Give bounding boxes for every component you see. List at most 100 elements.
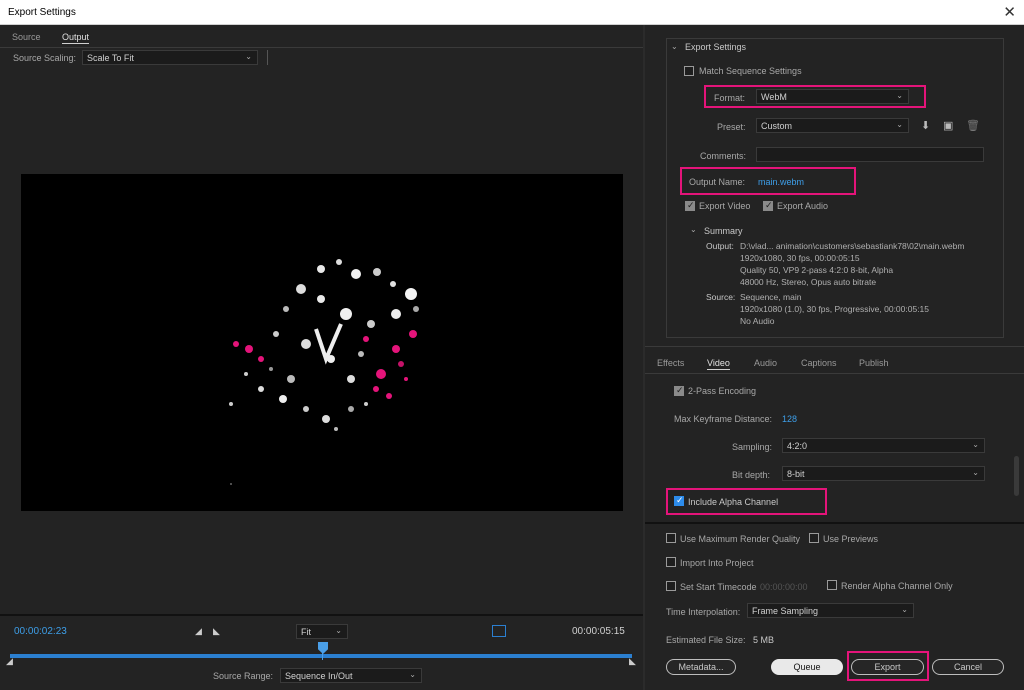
divider	[645, 522, 1024, 524]
chevron-down-icon[interactable]: ⌄	[690, 225, 697, 234]
delete-preset-icon[interactable]: 🗑	[966, 119, 980, 132]
chevron-down-icon: ⌄	[896, 91, 903, 100]
import-project-label: Import Into Project	[680, 558, 754, 568]
export-video-label: Export Video	[699, 201, 751, 211]
tab-effects[interactable]: Effects	[657, 358, 684, 368]
start-timecode-value: 00:00:00:00	[760, 582, 808, 592]
include-alpha-checkbox[interactable]	[674, 495, 684, 506]
export-button[interactable]: Export	[851, 659, 924, 675]
mark-in-icon[interactable]: ◢	[195, 626, 202, 637]
tab-publish[interactable]: Publish	[859, 358, 889, 368]
aspect-icon[interactable]	[492, 625, 506, 637]
source-scaling-label: Source Scaling:	[13, 53, 77, 63]
out-point-icon[interactable]: ◣	[629, 656, 636, 667]
chevron-down-icon: ⌄	[409, 670, 416, 679]
chevron-down-icon[interactable]: ⌄	[671, 42, 678, 51]
preview-artwork	[229, 259, 419, 485]
chevron-down-icon: ⌄	[901, 605, 908, 614]
tab-captions[interactable]: Captions	[801, 358, 837, 368]
export-audio-checkbox[interactable]	[763, 200, 773, 211]
source-range-value: Sequence In/Out	[285, 671, 353, 681]
time-interpolation-value: Frame Sampling	[752, 606, 819, 616]
source-scaling-value: Scale To Fit	[87, 53, 134, 63]
playhead-line	[322, 652, 323, 660]
source-range-dropdown[interactable]: Sequence In/Out ⌄	[280, 668, 422, 683]
tab-output[interactable]: Output	[62, 32, 90, 44]
max-keyframe-label: Max Keyframe Distance:	[674, 414, 773, 424]
export-settings-title: Export Settings	[685, 42, 747, 52]
summary-source-line: 1920x1080 (1.0), 30 fps, Progressive, 00…	[740, 304, 930, 314]
import-preset-icon[interactable]: ⬇	[921, 119, 930, 132]
time-interpolation-label: Time Interpolation:	[666, 607, 741, 617]
chevron-down-icon: ⌄	[972, 440, 979, 449]
chevron-down-icon: ⌄	[245, 52, 252, 61]
divider	[645, 373, 1024, 374]
divider	[645, 346, 1024, 347]
comments-label: Comments:	[700, 151, 747, 161]
tab-audio[interactable]: Audio	[754, 358, 777, 368]
video-preview	[21, 174, 623, 511]
window-title: Export Settings	[8, 7, 76, 18]
summary-source-line: No Audio	[740, 316, 775, 326]
summary-output-line: Quality 50, VP9 2-pass 4:2:0 8-bit, Alph…	[740, 265, 894, 275]
output-name-link[interactable]: main.webm	[758, 177, 804, 187]
render-alpha-checkbox[interactable]	[827, 580, 837, 590]
start-timecode-checkbox[interactable]	[666, 581, 676, 591]
scrollbar[interactable]	[1014, 456, 1019, 496]
summary-source-line: Sequence, main	[740, 292, 802, 302]
export-audio-label: Export Audio	[777, 201, 829, 211]
import-project-checkbox[interactable]	[666, 557, 676, 567]
bit-depth-value: 8-bit	[787, 469, 805, 479]
comments-input[interactable]	[756, 147, 984, 162]
current-timecode[interactable]: 00:00:02:23	[14, 626, 67, 637]
match-sequence-checkbox[interactable]	[684, 66, 694, 76]
output-name-label: Output Name:	[689, 177, 746, 187]
save-preset-icon[interactable]: ▣	[943, 119, 953, 132]
end-timecode: 00:00:05:15	[572, 626, 625, 637]
estimated-size-value: 5 MB	[753, 635, 775, 645]
metadata-button[interactable]: Metadata...	[666, 659, 736, 675]
include-alpha-label: Include Alpha Channel	[688, 497, 779, 507]
close-icon[interactable]: ✕	[1003, 3, 1016, 21]
export-video-checkbox[interactable]	[685, 200, 695, 211]
format-label: Format:	[714, 93, 746, 103]
summary-source: Sequence, main 1920x1080 (1.0), 30 fps, …	[740, 291, 929, 327]
queue-button[interactable]: Queue	[771, 659, 843, 675]
cancel-button[interactable]: Cancel	[932, 659, 1004, 675]
chevron-down-icon: ⌄	[896, 120, 903, 129]
chevron-down-icon: ⌄	[335, 626, 342, 635]
two-pass-checkbox[interactable]	[674, 385, 684, 396]
estimated-size-label: Estimated File Size:	[666, 635, 746, 645]
zoom-dropdown[interactable]: Fit ⌄	[296, 624, 348, 639]
zoom-value: Fit	[301, 627, 311, 637]
format-dropdown[interactable]: WebM ⌄	[756, 89, 909, 104]
divider	[0, 614, 643, 616]
chevron-down-icon: ⌄	[972, 468, 979, 477]
mark-out-icon[interactable]: ◣	[213, 626, 220, 637]
sampling-value: 4:2:0	[787, 441, 808, 451]
two-pass-label: 2-Pass Encoding	[688, 386, 757, 396]
max-keyframe-value[interactable]: 128	[782, 414, 797, 424]
source-scaling-dropdown[interactable]: Scale To Fit ⌄	[82, 50, 258, 65]
bit-depth-label: Bit depth:	[732, 470, 771, 480]
tab-source[interactable]: Source	[12, 32, 41, 42]
sampling-label: Sampling:	[732, 442, 773, 452]
use-previews-label: Use Previews	[823, 534, 879, 544]
max-render-quality-checkbox[interactable]	[666, 533, 676, 543]
start-timecode-label: Set Start Timecode	[680, 582, 757, 592]
tab-video[interactable]: Video	[707, 358, 730, 370]
preset-dropdown[interactable]: Custom ⌄	[756, 118, 909, 133]
render-alpha-label: Render Alpha Channel Only	[841, 581, 953, 591]
timeline-bar[interactable]	[10, 654, 632, 658]
sampling-dropdown[interactable]: 4:2:0 ⌄	[782, 438, 985, 453]
use-previews-checkbox[interactable]	[809, 533, 819, 543]
in-point-icon[interactable]: ◢	[6, 656, 13, 667]
bit-depth-dropdown[interactable]: 8-bit ⌄	[782, 466, 985, 481]
summary-output-line: 48000 Hz, Stereo, Opus auto bitrate	[740, 277, 877, 287]
match-sequence-label: Match Sequence Settings	[699, 66, 802, 76]
time-interpolation-dropdown[interactable]: Frame Sampling ⌄	[747, 603, 914, 618]
preset-label: Preset:	[717, 122, 746, 132]
title-bar: Export Settings ✕	[0, 0, 1024, 25]
format-value: WebM	[761, 92, 787, 102]
preset-value: Custom	[761, 121, 793, 131]
